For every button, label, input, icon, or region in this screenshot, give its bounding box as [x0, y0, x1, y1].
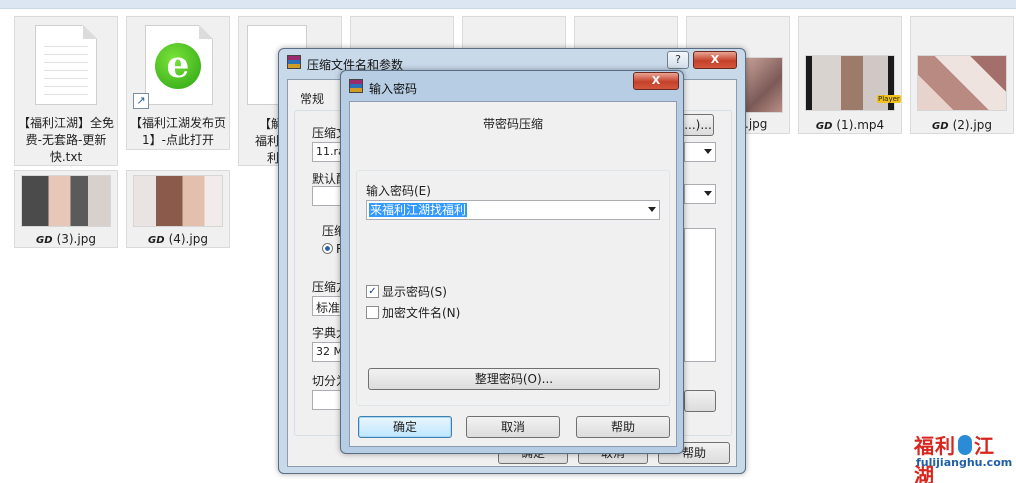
image-thumbnail: [133, 175, 223, 227]
close-button[interactable]: X: [633, 72, 679, 90]
organize-passwords-button[interactable]: 整理密码(O)...: [368, 368, 660, 390]
options-list: [684, 228, 716, 362]
site-watermark-logo: 福利 江湖 fulijianghu.com: [914, 430, 1013, 483]
file-tile-shortcut[interactable]: e ↗ 【福利江湖发布页1】-点此打开: [126, 16, 230, 150]
image-thumbnail: [21, 175, 111, 227]
file-tile-txt[interactable]: 【福利江湖】全免费-无套路-更新快.txt: [14, 16, 118, 166]
chevron-down-icon: [704, 149, 712, 154]
checkbox-empty-icon: [366, 306, 379, 319]
file-name: .jpg: [745, 117, 768, 131]
show-password-checkbox[interactable]: ✓ 显示密码(S): [366, 283, 447, 300]
password-label: 输入密码(E): [366, 184, 431, 198]
chevron-down-icon: [704, 191, 712, 196]
file-tile-image[interactable]: GD (3).jpg: [14, 170, 118, 248]
file-name: GD (2).jpg: [932, 118, 992, 132]
text-file-icon: [35, 25, 97, 105]
winrar-icon: [287, 55, 301, 69]
file-name: GD (4).jpg: [148, 232, 208, 246]
image-thumbnail: [743, 57, 783, 113]
tab-general[interactable]: 常规: [300, 90, 324, 107]
file-name-fragment: 福利: [255, 134, 280, 148]
encrypt-names-checkbox[interactable]: 加密文件名(N): [366, 304, 460, 321]
browse-button[interactable]: ...)...: [682, 114, 714, 136]
password-value: 来福利江湖找福利: [369, 203, 468, 217]
file-tile-video[interactable]: Player GD (1).mp4: [798, 16, 902, 134]
right-combo-2[interactable]: [684, 184, 716, 204]
help-button[interactable]: 帮助: [576, 416, 670, 438]
dialog-title: 输入密码: [369, 82, 418, 96]
chevron-down-icon: [648, 207, 656, 212]
file-name: 【福利江湖发布页1】-点此打开: [129, 116, 226, 147]
close-button[interactable]: X: [693, 51, 737, 69]
image-thumbnail: [917, 55, 1007, 111]
help-title-button[interactable]: ?: [667, 51, 689, 69]
player-badge: Player: [877, 95, 901, 103]
winrar-icon: [349, 79, 363, 93]
explorer-top-strip: [0, 0, 1016, 9]
file-tile-image[interactable]: GD (4).jpg: [126, 170, 230, 248]
shortcut-arrow-icon: ↗: [133, 93, 149, 109]
file-name: 【福利江湖】全免费-无套路-更新快.txt: [17, 116, 114, 164]
file-name: GD (3).jpg: [36, 232, 96, 246]
dialog-heading: 带密码压缩: [482, 117, 543, 131]
watermark-url: fulijianghu.com: [916, 456, 1013, 469]
password-dialog[interactable]: 输入密码 X 带密码压缩 输入密码(E) 来福利江湖找福利 ✓ 显示密码(S) …: [340, 70, 684, 454]
password-input[interactable]: 来福利江湖找福利: [366, 200, 660, 220]
ok-button[interactable]: 确定: [358, 416, 452, 438]
options-button[interactable]: [684, 390, 716, 412]
cancel-button[interactable]: 取消: [466, 416, 560, 438]
right-combo-1[interactable]: [684, 142, 716, 162]
file-name: GD (1).mp4: [815, 118, 885, 132]
file-tile-image[interactable]: GD (2).jpg: [910, 16, 1014, 134]
browser-e-icon: e: [155, 43, 201, 89]
dialog-client: 带密码压缩 输入密码(E) 来福利江湖找福利 ✓ 显示密码(S) 加密文件名(N…: [349, 101, 677, 447]
checkbox-checked-icon: ✓: [366, 285, 379, 298]
mouse-icon: [958, 435, 972, 455]
